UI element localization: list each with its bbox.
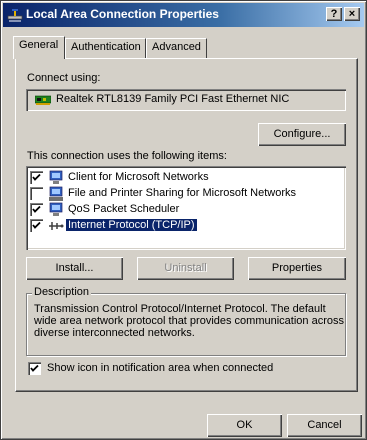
ok-button[interactable]: OK [207, 414, 282, 437]
network-card-icon [35, 95, 51, 105]
description-title: Description [32, 286, 92, 298]
connect-using-label: Connect using: [27, 72, 101, 84]
ok-button-label: OK [236, 419, 253, 431]
component-label: Internet Protocol (TCP/IP) [65, 218, 198, 232]
general-tab-panel: Connect using: Realtek RTL8139 Family PC… [15, 58, 358, 392]
file-printer-sharing-icon [49, 186, 63, 201]
network-client-icon [49, 170, 63, 184]
tab-authentication[interactable]: Authentication [65, 38, 146, 58]
check-mark-icon [32, 221, 41, 229]
network-connection-icon [7, 9, 23, 22]
components-label: This connection uses the following items… [27, 150, 227, 162]
properties-dialog: Local Area Connection Properties ? × Gen… [0, 0, 367, 440]
configure-button-label: Configure... [273, 128, 331, 140]
install-button[interactable]: Install... [26, 257, 123, 280]
adapter-name: Realtek RTL8139 Family PCI Fast Ethernet… [56, 93, 290, 105]
window-title: Local Area Connection Properties [26, 7, 219, 21]
install-button-label: Install... [55, 262, 94, 274]
tab-general[interactable]: General [13, 36, 65, 59]
list-item[interactable]: Client for Microsoft Networks [26, 170, 326, 186]
tab-general-label: General [19, 39, 59, 51]
properties-button-label: Properties [271, 262, 323, 274]
tab-advanced-label: Advanced [152, 41, 201, 53]
help-button[interactable]: ? [326, 7, 342, 21]
close-button[interactable]: × [344, 7, 360, 21]
component-label: File and Printer Sharing for Microsoft N… [68, 187, 297, 199]
component-checkbox-unchecked[interactable] [30, 187, 43, 200]
list-item[interactable]: File and Printer Sharing for Microsoft N… [26, 186, 326, 202]
check-mark-icon [30, 364, 39, 372]
uninstall-button[interactable]: Uninstall [137, 257, 234, 280]
component-checkbox-checked[interactable] [30, 171, 43, 184]
check-mark-icon [32, 173, 41, 181]
component-checkbox-checked[interactable] [30, 219, 43, 232]
tab-advanced[interactable]: Advanced [146, 38, 207, 58]
check-mark-icon [32, 205, 41, 213]
components-list[interactable]: Client for Microsoft Networks File and P… [26, 166, 346, 250]
description-group: Description Transmission Control Protoco… [26, 286, 346, 356]
component-label: Client for Microsoft Networks [68, 171, 209, 183]
adapter-field: Realtek RTL8139 Family PCI Fast Ethernet… [26, 89, 346, 111]
configure-button[interactable]: Configure... [258, 123, 346, 146]
cancel-button[interactable]: Cancel [287, 414, 362, 437]
description-text: Transmission Control Protocol/Internet P… [34, 303, 344, 339]
component-checkbox-checked[interactable] [30, 203, 43, 216]
qos-scheduler-icon [49, 202, 63, 216]
list-item-selected[interactable]: Internet Protocol (TCP/IP) [26, 218, 326, 234]
cancel-button-label: Cancel [307, 419, 342, 431]
component-label: QoS Packet Scheduler [68, 203, 180, 215]
show-icon-checkbox[interactable] [28, 362, 41, 375]
uninstall-button-label: Uninstall [164, 262, 207, 274]
title-bar[interactable]: Local Area Connection Properties ? × [3, 3, 364, 27]
protocol-icon [49, 222, 64, 230]
show-icon-label[interactable]: Show icon in notification area when conn… [47, 362, 273, 374]
properties-button[interactable]: Properties [248, 257, 346, 280]
tab-authentication-label: Authentication [71, 41, 141, 53]
list-item[interactable]: QoS Packet Scheduler [26, 202, 326, 218]
